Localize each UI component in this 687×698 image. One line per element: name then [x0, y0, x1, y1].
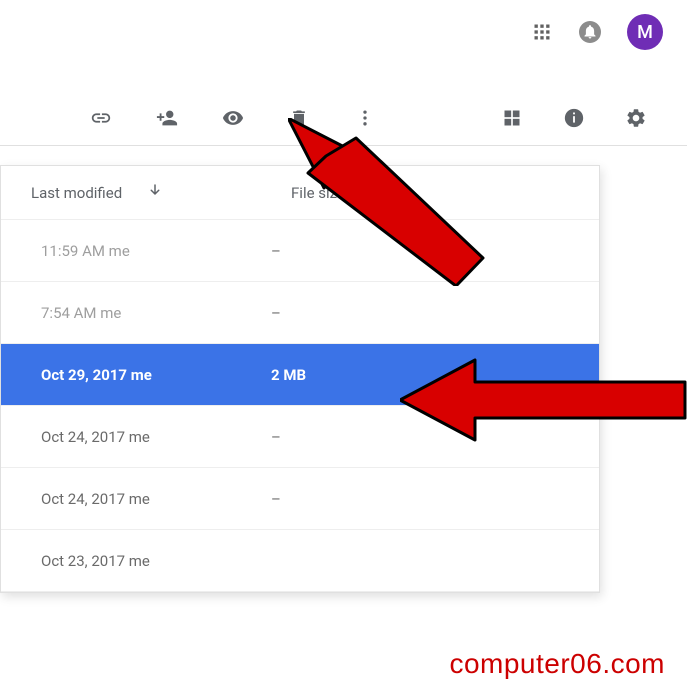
file-row-date: Oct 29, 2017 me	[41, 366, 271, 384]
link-icon[interactable]	[90, 107, 112, 129]
file-row-date: Oct 24, 2017 me	[41, 428, 271, 446]
file-row-size: –	[271, 428, 371, 446]
column-last-modified-label: Last modified	[31, 184, 122, 202]
column-file-size[interactable]: File size	[291, 184, 345, 202]
file-row-size: –	[271, 242, 371, 260]
file-row-date: 7:54 AM me	[41, 304, 271, 322]
file-row[interactable]: Oct 29, 2017 me2 MB	[1, 344, 599, 406]
file-row-date: Oct 24, 2017 me	[41, 490, 271, 508]
file-row[interactable]: Oct 23, 2017 me	[1, 530, 599, 592]
apps-icon[interactable]	[531, 21, 553, 43]
sort-arrow-down-icon	[146, 182, 164, 204]
settings-icon[interactable]	[625, 107, 647, 129]
file-row[interactable]: Oct 24, 2017 me–	[1, 468, 599, 530]
file-row[interactable]: 7:54 AM me–	[1, 282, 599, 344]
column-header-row: Last modified File size	[1, 166, 599, 220]
add-person-icon[interactable]	[156, 107, 178, 129]
avatar[interactable]: M	[627, 14, 663, 50]
file-row-date: 11:59 AM me	[41, 242, 271, 260]
file-row-size: –	[271, 490, 371, 508]
info-icon[interactable]	[563, 107, 585, 129]
file-row-size: –	[271, 304, 371, 322]
file-list-panel: Last modified File size 11:59 AM me–7:54…	[0, 165, 600, 593]
app-header: M	[0, 0, 687, 64]
action-toolbar	[0, 90, 687, 146]
file-row-date: Oct 23, 2017 me	[41, 552, 271, 570]
column-last-modified[interactable]: Last modified	[31, 182, 291, 204]
file-row[interactable]: Oct 24, 2017 me–	[1, 406, 599, 468]
watermark: computer06.com	[449, 648, 665, 680]
trash-icon[interactable]	[288, 107, 310, 129]
more-icon[interactable]	[354, 107, 376, 129]
notifications-icon[interactable]	[579, 21, 601, 43]
file-row[interactable]: 11:59 AM me–	[1, 220, 599, 282]
column-file-size-label: File size	[291, 184, 345, 202]
file-row-size: 2 MB	[271, 366, 371, 384]
avatar-initial: M	[637, 22, 653, 43]
grid-view-icon[interactable]	[501, 107, 523, 129]
preview-icon[interactable]	[222, 107, 244, 129]
